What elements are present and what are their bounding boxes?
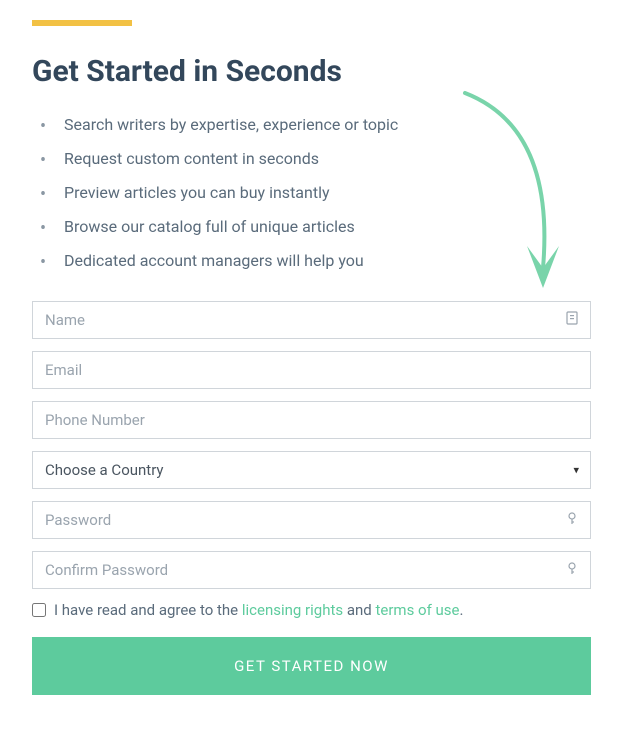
licensing-rights-link[interactable]: licensing rights bbox=[242, 601, 343, 619]
feature-list: Search writers by expertise, experience … bbox=[32, 113, 591, 273]
country-select[interactable]: Choose a Country bbox=[32, 451, 591, 489]
feature-item: Request custom content in seconds bbox=[56, 147, 591, 171]
password-field[interactable] bbox=[32, 501, 591, 539]
agreement-checkbox[interactable] bbox=[32, 603, 46, 617]
feature-item: Preview articles you can buy instantly bbox=[56, 181, 591, 205]
agreement-mid: and bbox=[343, 601, 375, 619]
page-title: Get Started in Seconds bbox=[32, 54, 591, 89]
accent-bar bbox=[32, 20, 132, 26]
name-field[interactable] bbox=[32, 301, 591, 339]
agreement-prefix: I have read and agree to the bbox=[54, 601, 242, 619]
confirm-password-field[interactable] bbox=[32, 551, 591, 589]
agreement-label: I have read and agree to the licensing r… bbox=[54, 601, 463, 619]
get-started-button[interactable]: GET STARTED NOW bbox=[32, 637, 591, 695]
feature-item: Search writers by expertise, experience … bbox=[56, 113, 591, 137]
feature-item: Dedicated account managers will help you bbox=[56, 249, 591, 273]
agreement-suffix: . bbox=[460, 601, 464, 619]
feature-item: Browse our catalog full of unique articl… bbox=[56, 215, 591, 239]
phone-field[interactable] bbox=[32, 401, 591, 439]
email-field[interactable] bbox=[32, 351, 591, 389]
terms-of-use-link[interactable]: terms of use bbox=[375, 601, 459, 619]
